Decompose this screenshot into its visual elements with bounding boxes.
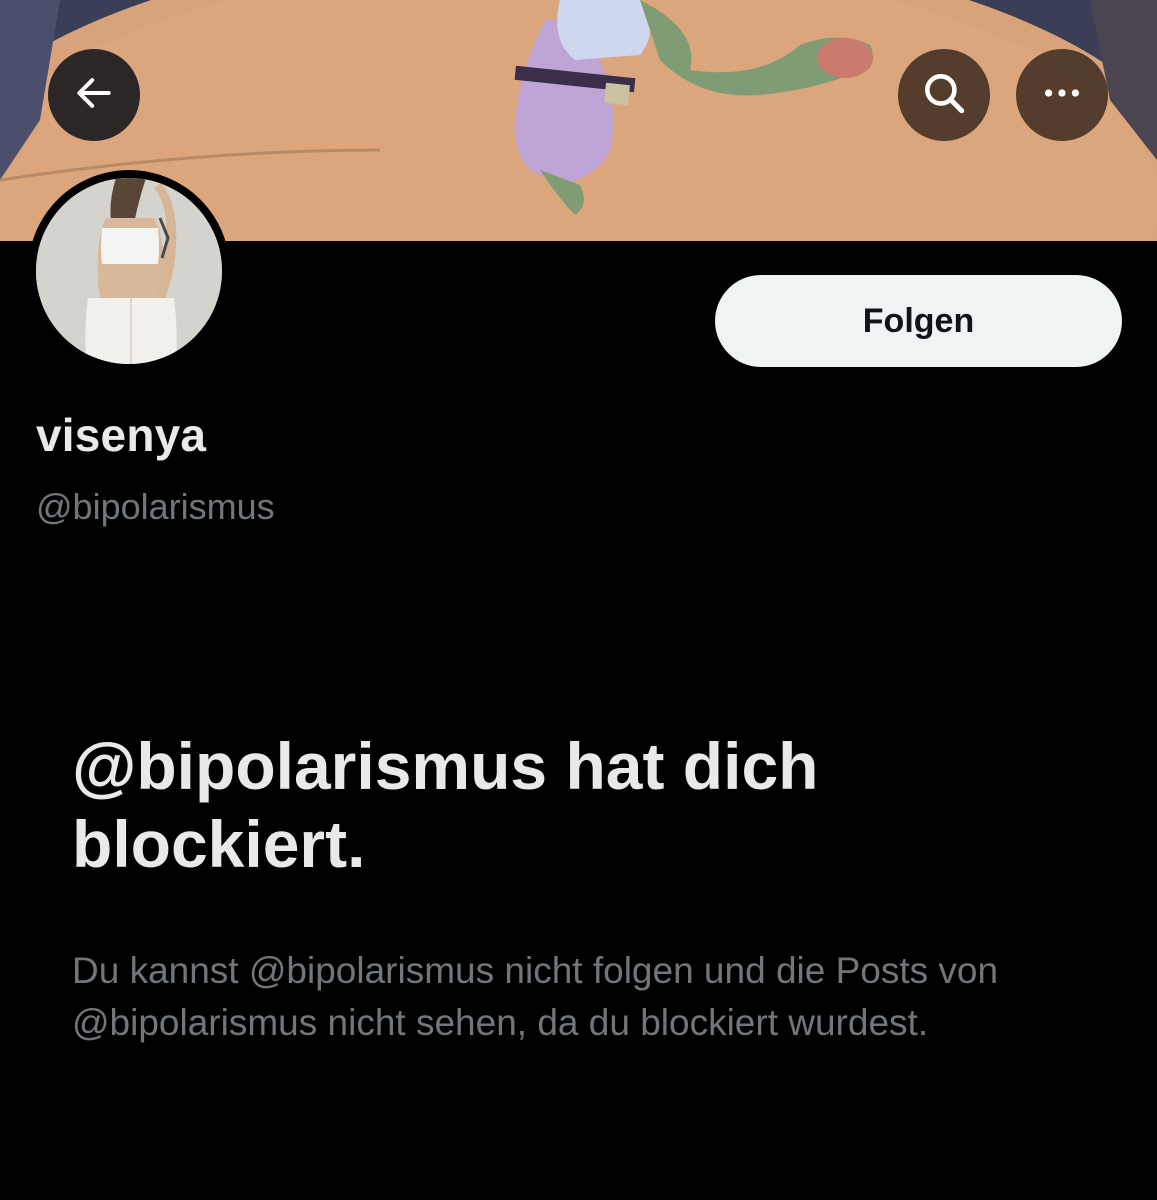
back-button[interactable] [48,49,140,141]
avatar-image [36,178,222,364]
follow-button-label: Folgen [862,301,975,340]
more-horizontal-icon [1039,70,1085,121]
search-icon [919,68,969,123]
more-options-button[interactable] [1016,49,1108,141]
user-handle: @bipolarismus [36,486,275,527]
avatar[interactable] [28,170,230,372]
search-button[interactable] [898,49,990,141]
blocked-description: Du kannst @bipolarismus nicht folgen und… [72,950,999,1043]
blocked-title: @bipolarismus hat dich blockiert. [72,729,819,881]
display-name: visenya [36,409,207,461]
arrow-left-icon [72,71,116,120]
follow-button[interactable]: Folgen [715,275,1122,367]
